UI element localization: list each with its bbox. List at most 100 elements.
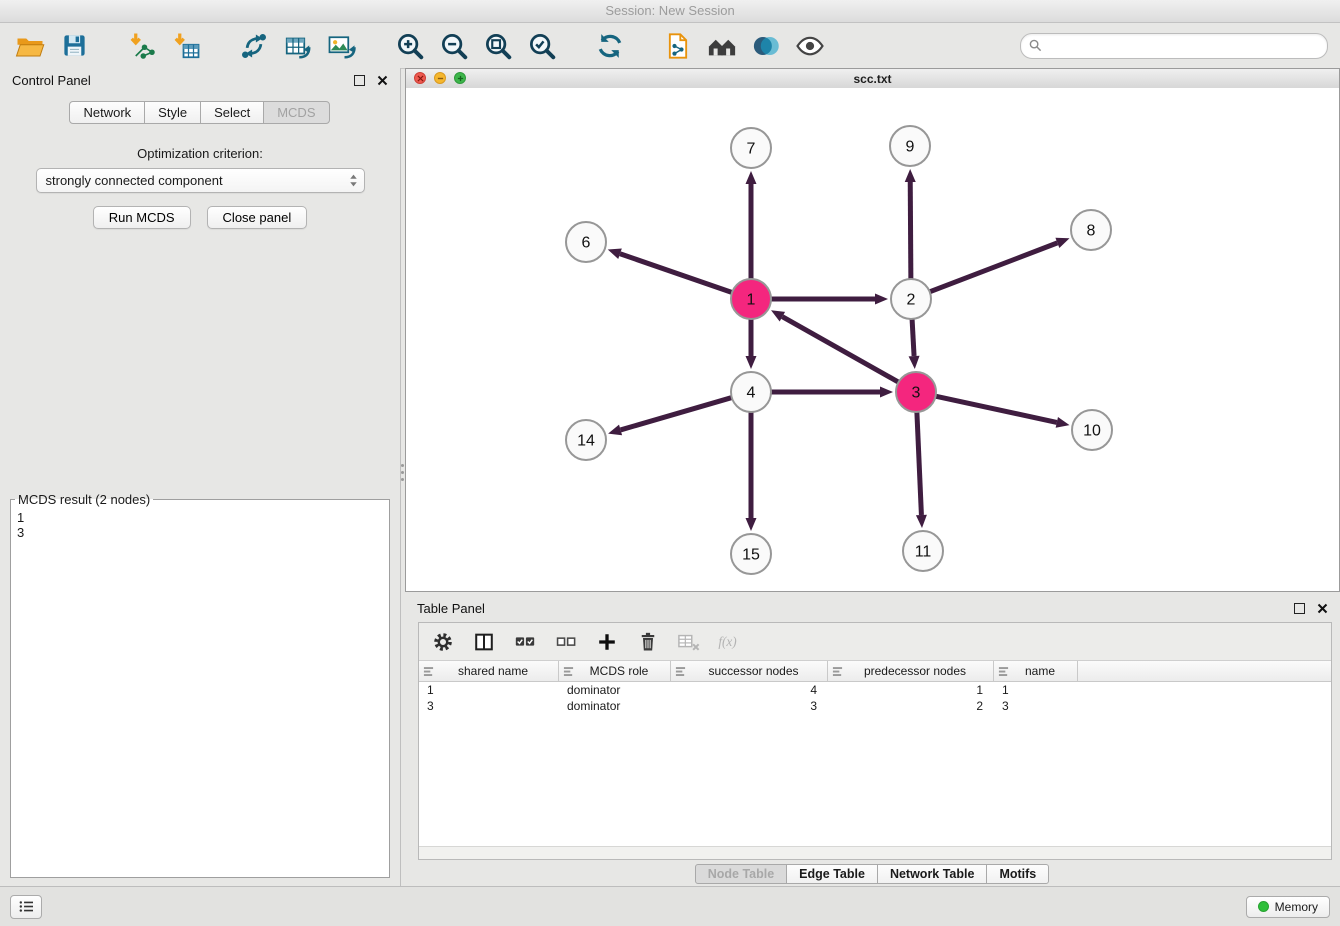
column-header-label: MCDS role: [574, 664, 670, 678]
network-node-9[interactable]: 9: [890, 126, 930, 166]
column-header-MCDS-role[interactable]: MCDS role: [559, 661, 671, 681]
close-panel-button[interactable]: Close panel: [207, 206, 308, 229]
column-header-name[interactable]: name: [994, 661, 1078, 681]
network-edge-1-6[interactable]: [620, 254, 732, 293]
close-table-panel-icon[interactable]: [1317, 603, 1328, 614]
table-row[interactable]: 3dominator323: [419, 698, 1331, 714]
toolbar-group-gap: [368, 45, 384, 46]
svg-text:f(x): f(x): [718, 633, 736, 648]
memory-status-icon: [1258, 901, 1269, 912]
criterion-dropdown[interactable]: strongly connected component: [36, 168, 365, 193]
network-edge-3-1[interactable]: [782, 317, 898, 383]
network-node-4[interactable]: 4: [731, 372, 771, 412]
tab-mcds[interactable]: MCDS: [263, 101, 329, 124]
network-edge-4-14[interactable]: [621, 398, 732, 430]
network-node-6[interactable]: 6: [566, 222, 606, 262]
memory-button[interactable]: Memory: [1246, 896, 1330, 918]
import-network-icon[interactable]: [124, 28, 160, 64]
import-network-table-icon[interactable]: [280, 28, 316, 64]
tab-node-table[interactable]: Node Table: [695, 864, 787, 884]
table-panel-header: Table Panel: [405, 596, 1340, 620]
column-header-successor-nodes[interactable]: successor nodes: [671, 661, 828, 681]
search-input[interactable]: [1047, 38, 1319, 54]
tab-motifs[interactable]: Motifs: [986, 864, 1049, 884]
share-network-icon[interactable]: [236, 28, 272, 64]
toolbar-group-gap: [636, 45, 652, 46]
table-cell: 1: [419, 682, 559, 698]
table-horizontal-scrollbar[interactable]: [419, 846, 1331, 859]
show-graphics-icon[interactable]: [792, 28, 828, 64]
copy-network-icon[interactable]: [660, 28, 696, 64]
network-node-14[interactable]: 14: [566, 420, 606, 460]
network-node-7[interactable]: 7: [731, 128, 771, 168]
search-box[interactable]: [1020, 33, 1328, 59]
tab-select[interactable]: Select: [200, 101, 264, 124]
select-all-icon[interactable]: [511, 628, 539, 656]
network-node-15[interactable]: 15: [731, 534, 771, 574]
tab-edge-table[interactable]: Edge Table: [786, 864, 878, 884]
open-session-icon[interactable]: [12, 28, 48, 64]
network-edge-2-3[interactable]: [912, 319, 914, 356]
toolbar-group-gap: [212, 45, 228, 46]
table-row[interactable]: 1dominator411: [419, 682, 1331, 698]
table-cell: 1: [994, 682, 1078, 698]
save-session-icon[interactable]: [56, 28, 92, 64]
table-cell: dominator: [559, 698, 671, 714]
toolbar-group-gap: [100, 45, 116, 46]
close-window-icon[interactable]: [414, 72, 426, 84]
minimize-window-icon[interactable]: [434, 72, 446, 84]
network-node-2[interactable]: 2: [891, 279, 931, 319]
network-view[interactable]: 1 2 3 4 6 7 8 9 10 11 14 15: [406, 88, 1339, 591]
network-edge-2-9[interactable]: [910, 182, 911, 279]
columns-icon[interactable]: [470, 628, 498, 656]
table-panel: Table Panel f(x) shared name MCDS role suc…: [405, 596, 1340, 886]
network-node-10[interactable]: 10: [1072, 410, 1112, 450]
import-table-icon[interactable]: [168, 28, 204, 64]
export-image-icon[interactable]: [324, 28, 360, 64]
run-mcds-button[interactable]: Run MCDS: [93, 206, 191, 229]
svg-text:6: 6: [582, 235, 591, 252]
zoom-window-icon[interactable]: [454, 72, 466, 84]
column-header-label: successor nodes: [686, 664, 827, 678]
network-node-1[interactable]: 1: [731, 279, 771, 319]
edge-arrowhead: [909, 356, 920, 369]
styles-icon[interactable]: [748, 28, 784, 64]
clear-selection-icon[interactable]: [552, 628, 580, 656]
trash-icon[interactable]: [634, 628, 662, 656]
network-node-8[interactable]: 8: [1071, 210, 1111, 250]
float-table-panel-icon[interactable]: [1294, 603, 1305, 614]
edge-arrowhead: [1056, 417, 1070, 428]
column-header-shared-name[interactable]: shared name: [419, 661, 559, 681]
tab-network[interactable]: Network: [69, 101, 145, 124]
float-panel-icon[interactable]: [354, 75, 365, 86]
network-edge-3-11[interactable]: [917, 412, 922, 515]
svg-text:8: 8: [1087, 223, 1096, 240]
add-icon[interactable]: [593, 628, 621, 656]
network-edge-3-10[interactable]: [936, 396, 1057, 422]
svg-text:10: 10: [1083, 423, 1101, 440]
zoom-out-icon[interactable]: [436, 28, 472, 64]
zoom-selected-icon[interactable]: [524, 28, 560, 64]
network-node-3[interactable]: 3: [896, 372, 936, 412]
edge-arrowhead: [746, 518, 757, 531]
network-edge-2-8[interactable]: [930, 243, 1058, 292]
gear-icon[interactable]: [429, 628, 457, 656]
apply-layout-icon[interactable]: [592, 28, 628, 64]
control-panel-tabs: NetworkStyleSelectMCDS: [0, 101, 400, 124]
home-icon[interactable]: [704, 28, 740, 64]
zoom-fit-icon[interactable]: [480, 28, 516, 64]
network-node-11[interactable]: 11: [903, 531, 943, 571]
task-history-button[interactable]: [10, 895, 42, 919]
delete-table-icon[interactable]: [675, 628, 703, 656]
node-table: f(x) shared name MCDS role successor nodes…: [418, 622, 1332, 860]
column-header-predecessor-nodes[interactable]: predecessor nodes: [828, 661, 994, 681]
task-list-icon: [18, 900, 35, 913]
tab-style[interactable]: Style: [144, 101, 201, 124]
tab-network-table[interactable]: Network Table: [877, 864, 988, 884]
column-type-icon: [675, 666, 686, 677]
vertical-splitter-handle[interactable]: [401, 464, 404, 467]
zoom-in-icon[interactable]: [392, 28, 428, 64]
control-panel: Control Panel NetworkStyleSelectMCDS Opt…: [0, 68, 401, 886]
close-panel-icon[interactable]: [377, 75, 388, 86]
fx-icon[interactable]: f(x): [716, 628, 744, 656]
